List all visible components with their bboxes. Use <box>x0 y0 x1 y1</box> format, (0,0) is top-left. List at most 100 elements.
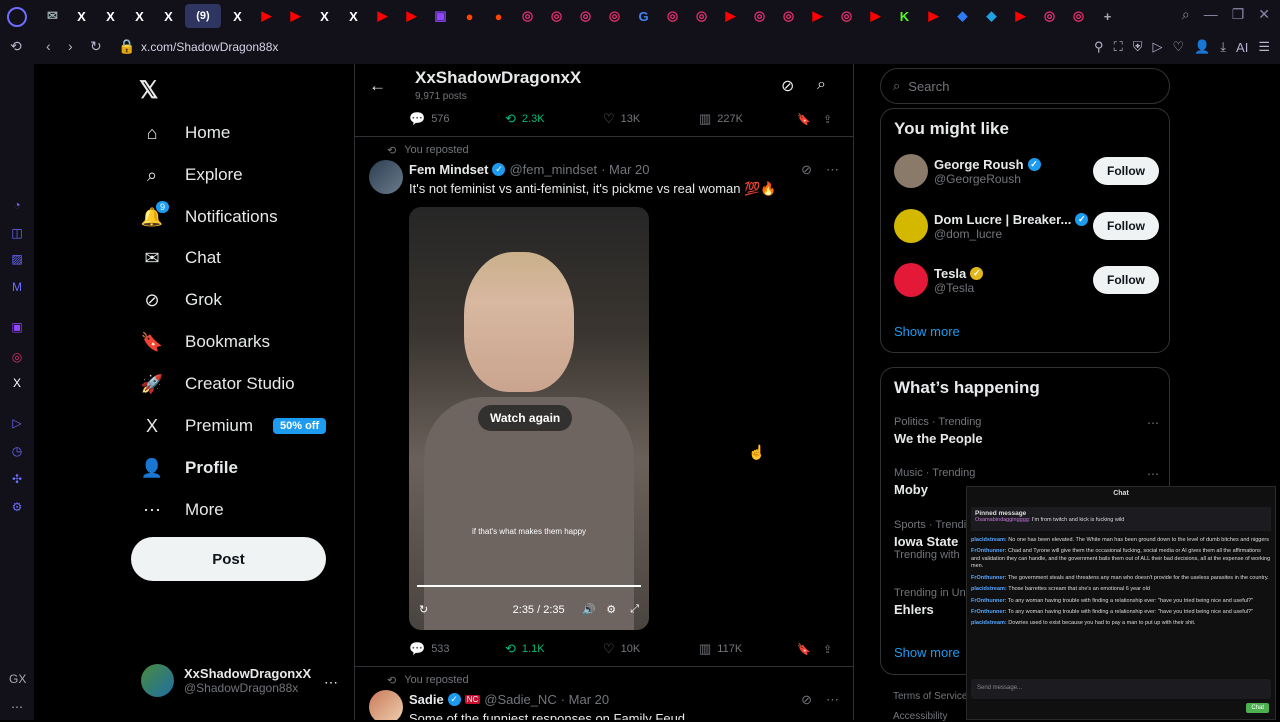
repost-button[interactable]: ⟲ 2.3K <box>505 111 603 127</box>
nav-item-bookmarks[interactable]: 🔖 Bookmarks <box>139 329 270 355</box>
gx-corner-icon[interactable]: ▨ <box>9 252 25 268</box>
bookmark-icon[interactable]: 🔖 <box>797 643 823 656</box>
bookmark-icon[interactable]: 🔖 <box>797 113 823 126</box>
sidebar-more-icon[interactable]: ⋯ <box>9 700 25 716</box>
settings-icon[interactable]: ⚙ <box>9 500 25 516</box>
browser-tab[interactable]: ▶ <box>805 4 830 28</box>
grok-icon[interactable]: ⊘ <box>801 692 812 708</box>
chat-username[interactable]: placidstream: <box>971 620 1007 626</box>
nav-item-creator-studio[interactable]: 🚀 Creator Studio <box>139 371 295 397</box>
footer-link-accessibility[interactable]: Accessibility <box>893 711 947 722</box>
x-logo-icon[interactable]: 𝕏 <box>139 76 158 105</box>
x-sidebar-icon[interactable]: X <box>9 376 25 392</box>
browser-tab[interactable]: X <box>98 4 123 28</box>
post-button[interactable]: Post <box>131 537 326 581</box>
browser-tab[interactable]: ◆ <box>979 4 1004 28</box>
avatar[interactable] <box>894 263 928 297</box>
browser-tab[interactable]: ◎ <box>515 4 540 28</box>
more-icon[interactable]: ⋯ <box>1147 416 1159 430</box>
gx-control-icon[interactable]: ◫ <box>9 226 25 242</box>
twitch-icon[interactable]: ▣ <box>9 320 25 336</box>
browser-tab[interactable]: ▶ <box>370 4 395 28</box>
views-button[interactable]: ▥ 227K <box>699 111 797 127</box>
reload-sidebar-icon[interactable]: ⟲ <box>10 38 22 55</box>
ai-button[interactable]: AI <box>1236 40 1248 55</box>
browser-tab[interactable]: ◎ <box>747 4 772 28</box>
messenger-icon[interactable]: M <box>9 280 25 296</box>
video-player[interactable]: Watch again if that's what makes them ha… <box>409 207 649 630</box>
account-more-icon[interactable]: ⋯ <box>324 674 338 691</box>
more-icon[interactable]: ⋯ <box>826 162 839 178</box>
chat-username[interactable]: FrOnthunner: <box>971 548 1006 554</box>
author-name[interactable]: Sadie <box>409 692 444 707</box>
browser-tab[interactable]: G <box>631 4 656 28</box>
browser-tab[interactable]: ▶ <box>283 4 308 28</box>
nav-item-premium[interactable]: X Premium 50% off <box>139 413 327 439</box>
like-button[interactable]: ♡ 13K <box>603 111 699 127</box>
gx-label-icon[interactable]: GX <box>9 672 26 688</box>
back-icon[interactable]: ‹ <box>46 38 51 54</box>
browser-tab[interactable]: ◆ <box>950 4 975 28</box>
download-icon[interactable]: ⤓ <box>1220 39 1226 55</box>
settings-icon[interactable]: ⚙ <box>606 603 630 616</box>
chat-input[interactable]: Send message... <box>971 679 1271 699</box>
minimize-icon[interactable]: — <box>1204 6 1218 23</box>
share-icon[interactable]: ⇪ <box>823 643 832 656</box>
shield-icon[interactable]: ⛨ <box>1133 39 1143 55</box>
like-button[interactable]: ♡ 10K <box>603 641 699 657</box>
author-name[interactable]: Fem Mindset <box>409 162 488 177</box>
suggestion-row[interactable]: Tesla ✓ @Tesla Follow <box>894 263 1159 297</box>
suggestion-name[interactable]: George Roush <box>934 157 1024 172</box>
chat-username[interactable]: placidstream: <box>971 537 1007 543</box>
avatar[interactable] <box>369 160 403 194</box>
browser-tab[interactable]: ● <box>486 4 511 28</box>
browser-tab[interactable]: ◎ <box>544 4 569 28</box>
browser-tab[interactable]: X <box>127 4 152 28</box>
player-icon[interactable]: ▷ <box>9 416 25 432</box>
browser-tab[interactable]: + <box>1095 4 1120 28</box>
suggestion-row[interactable]: Dom Lucre | Breaker... ✓ @dom_lucre Follow <box>894 209 1159 243</box>
account-switcher[interactable]: XxShadowDragonxX @ShadowDragon88x <box>141 664 311 697</box>
author-handle[interactable]: @fem_mindset <box>509 162 597 177</box>
more-icon[interactable]: ⋯ <box>826 692 839 708</box>
browser-tab[interactable]: ▶ <box>863 4 888 28</box>
chat-username[interactable]: FrOnthunner: <box>971 575 1006 581</box>
grok-icon[interactable]: ⊘ <box>801 162 812 178</box>
suggestion-name[interactable]: Tesla <box>934 266 966 281</box>
follow-button[interactable]: Follow <box>1093 266 1159 294</box>
forward-icon[interactable]: › <box>68 38 73 54</box>
browser-tab[interactable]: ● <box>457 4 482 28</box>
close-icon[interactable]: ✕ <box>1258 6 1270 23</box>
history-icon[interactable]: ◷ <box>9 444 25 460</box>
chat-username[interactable]: FrOnthunner: <box>971 598 1006 604</box>
back-arrow-icon[interactable]: ← <box>369 76 386 96</box>
instagram-icon[interactable]: ◎ <box>9 350 25 366</box>
browser-tab[interactable]: ◎ <box>1066 4 1091 28</box>
pin-icon[interactable]: ⚲ <box>1094 39 1104 55</box>
browser-tab[interactable]: ▶ <box>399 4 424 28</box>
browser-tab[interactable]: X <box>341 4 366 28</box>
search-icon[interactable]: ⌕ <box>817 76 826 94</box>
show-more-link[interactable]: Show more <box>894 645 960 660</box>
menu-icon[interactable]: ☰ <box>1258 39 1270 55</box>
browser-tab[interactable]: ▣ <box>428 4 453 28</box>
nav-item-home[interactable]: ⌂ Home <box>139 120 231 146</box>
heart-icon[interactable]: ♡ <box>1172 39 1184 55</box>
share-icon[interactable]: ⇪ <box>823 113 832 126</box>
browser-tab[interactable]: ▶ <box>254 4 279 28</box>
active-browser-tab[interactable]: (9) <box>185 4 221 28</box>
chat-username[interactable]: FrOnthunner: <box>971 609 1006 615</box>
views-button[interactable]: ▥ 117K <box>699 641 797 657</box>
fullscreen-icon[interactable]: ⤢ <box>630 603 639 616</box>
reply-button[interactable]: 💬 576 <box>409 111 505 127</box>
browser-tab[interactable]: X <box>156 4 181 28</box>
author-handle[interactable]: @Sadie_NC <box>484 692 556 707</box>
url-field[interactable]: x.com/ShadowDragon88x <box>141 40 278 54</box>
browser-tab[interactable]: X <box>69 4 94 28</box>
browser-tab[interactable]: ◎ <box>834 4 859 28</box>
snapshot-icon[interactable]: ⛶ <box>1114 39 1123 55</box>
show-more-link[interactable]: Show more <box>894 324 960 339</box>
volume-icon[interactable]: 🔊 <box>582 603 606 616</box>
chat-send-button[interactable]: Chat <box>1246 703 1269 713</box>
nav-item-profile[interactable]: 👤 Profile <box>139 455 238 481</box>
